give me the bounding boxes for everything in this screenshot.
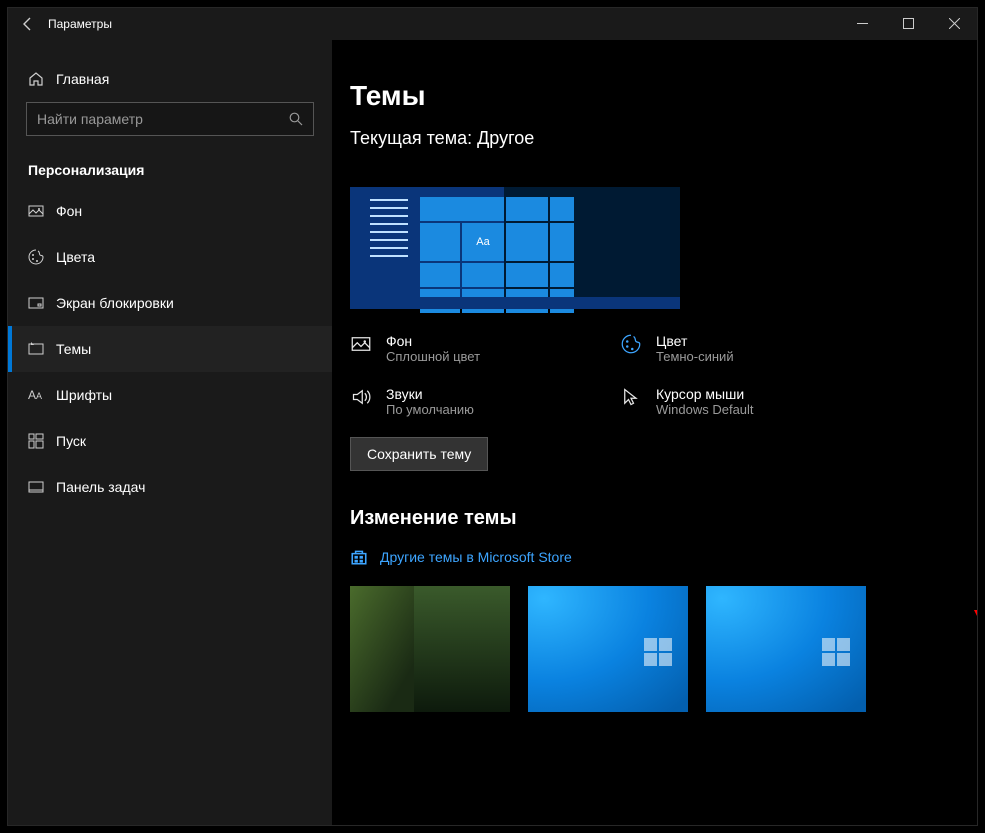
theme-thumb-1[interactable] xyxy=(350,586,510,712)
titlebar: Параметры xyxy=(8,8,977,40)
close-button[interactable] xyxy=(931,8,977,40)
theme-gallery xyxy=(350,586,977,712)
sidebar-item-label: Экран блокировки xyxy=(56,295,174,311)
sidebar-item-label: Темы xyxy=(56,341,91,357)
cursor-icon xyxy=(620,386,642,408)
palette-icon xyxy=(28,249,56,265)
current-theme-prefix: Текущая тема: xyxy=(350,128,477,148)
sidebar-item-colors[interactable]: Цвета xyxy=(8,234,332,280)
scroll-down-annotation xyxy=(969,345,977,645)
sidebar-item-themes[interactable]: Темы xyxy=(8,326,332,372)
fonts-icon: AA xyxy=(28,388,56,402)
change-theme-heading: Изменение темы xyxy=(350,507,977,530)
lockscreen-icon xyxy=(28,295,56,311)
sound-icon xyxy=(350,386,372,408)
main-content: Темы Текущая тема: Другое Aa ФонСплош xyxy=(332,40,977,825)
home-icon xyxy=(28,71,56,87)
back-button[interactable] xyxy=(8,16,48,32)
sidebar-item-start[interactable]: Пуск xyxy=(8,418,332,464)
sidebar-item-background[interactable]: Фон xyxy=(8,188,332,234)
window-title: Параметры xyxy=(48,17,839,31)
sidebar-item-taskbar[interactable]: Панель задач xyxy=(8,464,332,510)
sidebar-item-label: Цвета xyxy=(56,249,95,265)
maximize-button[interactable] xyxy=(885,8,931,40)
theme-prop-color[interactable]: ЦветТемно-синий xyxy=(620,333,890,364)
sidebar-home[interactable]: Главная xyxy=(8,56,332,102)
sidebar-item-label: Шрифты xyxy=(56,387,112,403)
themes-icon xyxy=(28,341,56,357)
theme-prop-sounds[interactable]: ЗвукиПо умолчанию xyxy=(350,386,620,417)
preview-aa-tile: Aa xyxy=(462,223,504,261)
store-link[interactable]: Другие темы в Microsoft Store xyxy=(350,548,977,566)
store-link-text: Другие темы в Microsoft Store xyxy=(380,549,572,565)
sidebar-item-label: Пуск xyxy=(56,433,86,449)
prop-value: Темно-синий xyxy=(656,349,734,364)
prop-value: Windows Default xyxy=(656,402,754,417)
start-icon xyxy=(28,433,56,449)
current-theme-line: Текущая тема: Другое xyxy=(350,128,977,149)
sidebar-section-title: Персонализация xyxy=(8,144,332,188)
prop-value: По умолчанию xyxy=(386,402,474,417)
minimize-button[interactable] xyxy=(839,8,885,40)
search-placeholder: Найти параметр xyxy=(37,111,289,127)
settings-window: Параметры Главная Найти параметр xyxy=(7,7,978,826)
theme-preview: Aa xyxy=(350,187,680,309)
sidebar-item-lockscreen[interactable]: Экран блокировки xyxy=(8,280,332,326)
prop-title: Фон xyxy=(386,333,480,349)
theme-thumb-3[interactable] xyxy=(706,586,866,712)
sidebar-item-label: Фон xyxy=(56,203,82,219)
current-theme-value: Другое xyxy=(477,128,534,148)
search-input[interactable]: Найти параметр xyxy=(26,102,314,136)
palette-icon xyxy=(620,333,642,355)
prop-title: Звуки xyxy=(386,386,474,402)
theme-prop-cursor[interactable]: Курсор мышиWindows Default xyxy=(620,386,890,417)
sidebar-home-label: Главная xyxy=(56,71,109,87)
theme-prop-background[interactable]: ФонСплошной цвет xyxy=(350,333,620,364)
store-icon xyxy=(350,548,368,566)
prop-title: Цвет xyxy=(656,333,734,349)
prop-title: Курсор мыши xyxy=(656,386,754,402)
sidebar-item-label: Панель задач xyxy=(56,479,145,495)
page-title: Темы xyxy=(350,80,977,112)
caption-buttons xyxy=(839,8,977,40)
prop-value: Сплошной цвет xyxy=(386,349,480,364)
picture-icon xyxy=(350,333,372,355)
search-icon xyxy=(289,112,303,126)
taskbar-icon xyxy=(28,479,56,495)
theme-thumb-2[interactable] xyxy=(528,586,688,712)
sidebar-item-fonts[interactable]: AA Шрифты xyxy=(8,372,332,418)
picture-icon xyxy=(28,203,56,219)
save-theme-button[interactable]: Сохранить тему xyxy=(350,437,488,471)
theme-properties: ФонСплошной цвет ЦветТемно-синий ЗвукиПо… xyxy=(350,333,977,417)
sidebar: Главная Найти параметр Персонализация Фо… xyxy=(8,40,332,825)
